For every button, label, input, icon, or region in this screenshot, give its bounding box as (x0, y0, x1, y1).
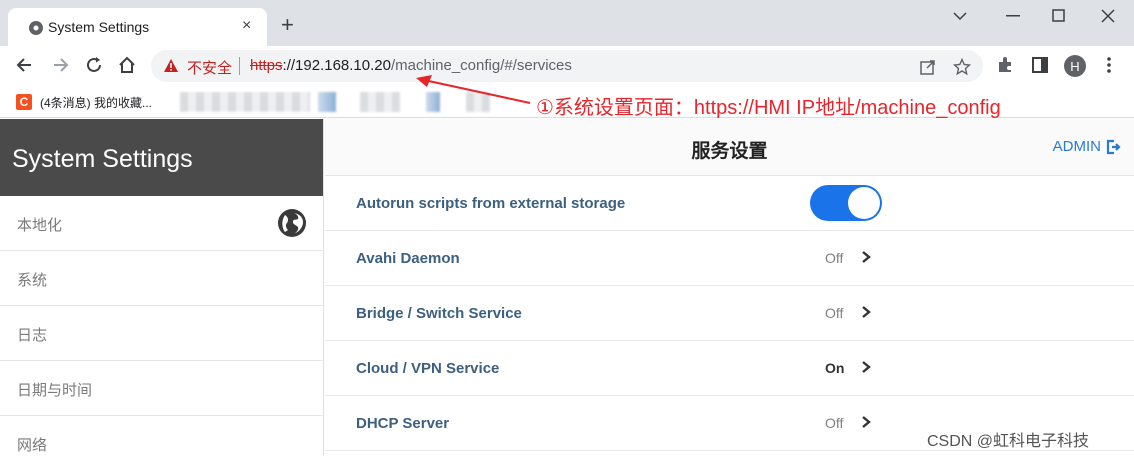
panel-header: 服务设置 ADMIN (325, 119, 1134, 176)
profile-avatar[interactable]: H (1064, 55, 1086, 77)
tab-title: System Settings (48, 19, 150, 35)
globe-icon (278, 209, 306, 237)
service-label: Bridge / Switch Service (356, 305, 522, 322)
browser-toolbar: 不安全 https://192.168.10.20/machine_config… (0, 46, 1134, 86)
minimize-icon[interactable] (1006, 15, 1022, 17)
new-tab-button[interactable]: + (281, 14, 294, 36)
sidebar-item-system[interactable]: 系统 (0, 251, 323, 306)
bookmark-item[interactable]: (4条消息) 我的收藏... (40, 94, 152, 111)
csdn-favicon-icon: C (16, 94, 32, 110)
bookmark-star-icon[interactable] (953, 58, 971, 76)
sidebar-item-label: 本地化 (17, 217, 63, 234)
service-label: DHCP Server (356, 415, 450, 432)
annotation-text: ①系统设置页面：https://HMI IP地址/machine_config (536, 97, 1001, 119)
chevron-right-icon (862, 416, 871, 428)
url-scheme: https (250, 57, 283, 74)
sidebar-item-datetime[interactable]: 日期与时间 (0, 361, 323, 416)
service-row-autorun[interactable]: Autorun scripts from external storage (325, 176, 1134, 231)
share-icon[interactable] (919, 58, 937, 76)
home-icon[interactable] (116, 54, 138, 76)
watermark: CSDN @虹科电子科技 (927, 433, 1090, 450)
forward-arrow-icon[interactable] (49, 54, 71, 76)
sidebar-item-label: 日期与时间 (17, 382, 93, 399)
page-title: 服务设置 (691, 141, 768, 162)
blurred-bookmark (360, 92, 400, 112)
service-row-avahi[interactable]: Avahi Daemon Off (325, 231, 1134, 286)
settings-sidebar: System Settings 本地化 系统 日志 日期与时间 网络 (0, 119, 324, 456)
sidebar-item-network[interactable]: 网络 (0, 416, 323, 456)
sidebar-item-label: 网络 (17, 437, 48, 454)
url-host: ://192.168.10.20 (282, 57, 391, 74)
service-status: On (825, 360, 845, 376)
service-label: Cloud / VPN Service (356, 360, 500, 377)
service-status: Off (825, 250, 844, 266)
browser-tabstrip: System Settings × + (0, 0, 1134, 46)
back-arrow-icon[interactable] (14, 54, 36, 76)
kebab-menu-icon[interactable] (1101, 56, 1117, 74)
annotation-arrow (416, 75, 531, 104)
service-status: Off (825, 305, 844, 321)
chevron-right-icon (862, 306, 871, 318)
side-panel-icon[interactable] (1031, 56, 1049, 74)
sidebar-item-logs[interactable]: 日志 (0, 306, 323, 361)
address-bar[interactable]: 不安全 https://192.168.10.20/machine_config… (151, 50, 983, 82)
sidebar-title: System Settings (0, 119, 323, 196)
maximize-icon[interactable] (1052, 9, 1066, 23)
sidebar-item-label: 系统 (17, 272, 48, 289)
chevron-right-icon (862, 251, 871, 263)
reload-icon[interactable] (83, 54, 105, 76)
chevron-right-icon (862, 361, 871, 373)
service-row-cloud-vpn[interactable]: Cloud / VPN Service On (325, 341, 1134, 396)
sidebar-item-label: 日志 (17, 327, 48, 344)
chevron-down-icon[interactable] (952, 11, 968, 21)
gear-icon (29, 21, 43, 35)
extensions-puzzle-icon[interactable] (996, 56, 1014, 74)
admin-logout-button[interactable]: ADMIN (1053, 138, 1121, 155)
service-status: Off (825, 415, 844, 431)
admin-label: ADMIN (1052, 138, 1101, 155)
sidebar-item-localization[interactable]: 本地化 (0, 196, 323, 251)
browser-tab[interactable]: System Settings × (8, 8, 267, 46)
service-row-bridge[interactable]: Bridge / Switch Service Off (325, 286, 1134, 341)
close-window-icon[interactable] (1101, 9, 1115, 23)
not-secure-label[interactable]: 不安全 (187, 57, 232, 78)
toggle-knob (848, 187, 880, 219)
logout-icon (1106, 139, 1121, 154)
tab-close-icon[interactable]: × (242, 17, 251, 35)
blurred-bookmark (180, 92, 310, 112)
warning-icon (164, 59, 178, 72)
autorun-toggle[interactable] (810, 185, 882, 221)
blurred-bookmark (318, 92, 336, 112)
omnibox-divider (239, 57, 240, 75)
service-label: Autorun scripts from external storage (356, 195, 626, 212)
service-label: Avahi Daemon (356, 250, 460, 267)
services-panel: 服务设置 ADMIN Autorun scripts from external… (325, 119, 1134, 456)
